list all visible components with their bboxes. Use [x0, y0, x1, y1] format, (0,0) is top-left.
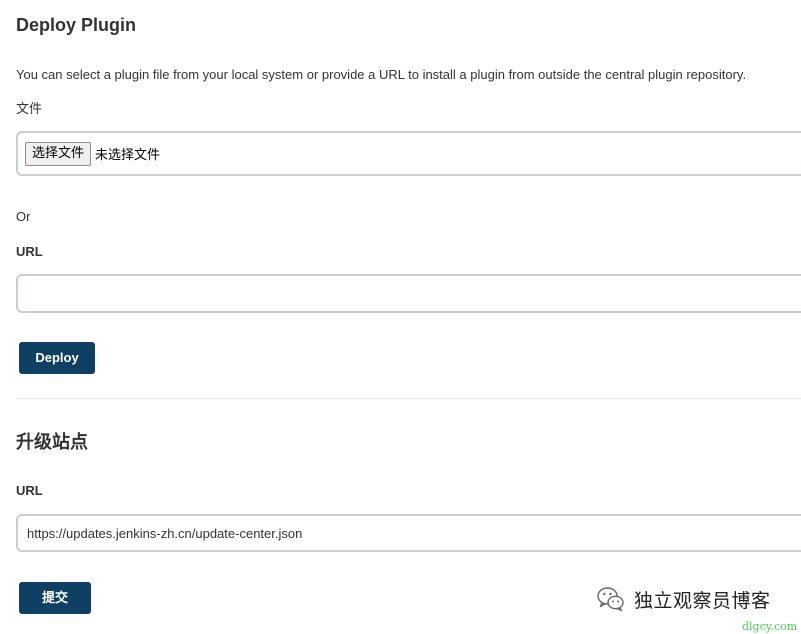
update-site-url-input[interactable]: [16, 514, 801, 552]
watermark-domain: dlgcy.com: [742, 620, 798, 633]
watermark-text: 独立观察员博客: [634, 589, 771, 612]
watermark: 独立观察员博客: [596, 584, 771, 614]
plugin-url-input[interactable]: [16, 274, 801, 313]
deploy-plugin-title: Deploy Plugin: [16, 15, 137, 35]
plugin-manager-advanced-page: Deploy Plugin You can select a plugin fi…: [0, 0, 801, 634]
or-label: Or: [16, 209, 31, 224]
choose-file-button[interactable]: 选择文件: [25, 141, 92, 166]
update-site-url-label: URL: [16, 483, 43, 498]
update-site-title: 升级站点: [16, 432, 88, 452]
section-divider: [16, 398, 801, 399]
deploy-plugin-description: You can select a plugin file from your l…: [16, 67, 747, 82]
file-label: 文件: [16, 101, 43, 116]
deploy-button[interactable]: Deploy: [19, 342, 95, 374]
submit-button[interactable]: 提交: [19, 582, 91, 614]
file-status-text: 未选择文件: [95, 148, 161, 163]
plugin-url-label: URL: [16, 244, 43, 259]
wechat-icon: [597, 587, 624, 612]
file-upload-field: 选择文件 未选择文件: [16, 131, 801, 176]
